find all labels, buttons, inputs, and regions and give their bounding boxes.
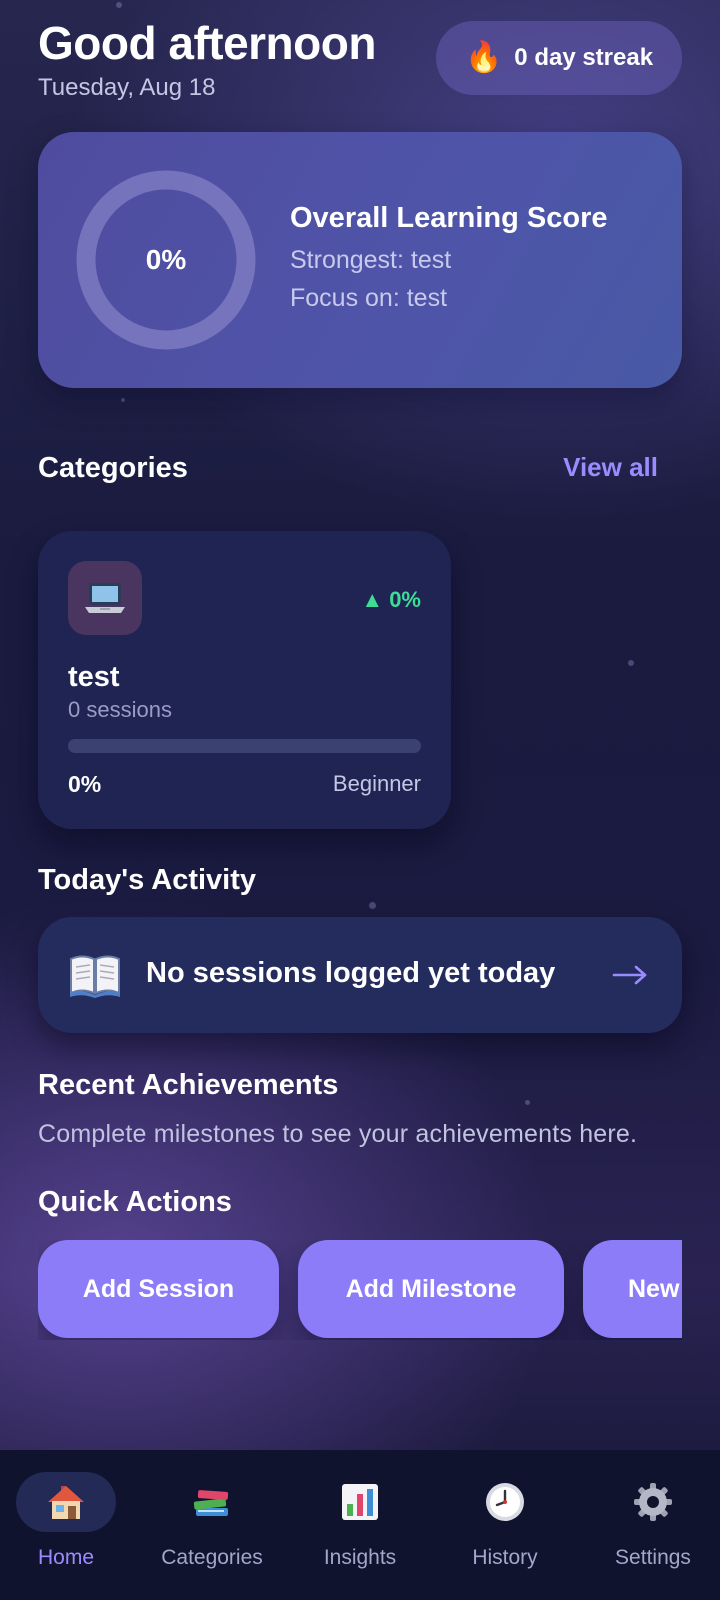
arrow-right-icon[interactable] [612, 959, 648, 991]
book-icon [70, 955, 120, 998]
new-button[interactable]: New [583, 1240, 682, 1338]
streak-label: 0 day streak [514, 44, 654, 71]
score-percent: 0% [145, 244, 187, 275]
greeting-title: Good afternoon [38, 17, 376, 69]
strongest-category: Strongest: test [290, 246, 452, 274]
category-card[interactable]: ▲ 0% test 0 sessions 0% Beginner [38, 531, 451, 829]
nav-item-history[interactable]: History [433, 1472, 577, 1582]
categories-heading: Categories [38, 452, 188, 484]
books-icon [193, 1490, 229, 1516]
activity-card[interactable]: No sessions logged yet today [38, 917, 682, 1033]
quick-actions-row[interactable]: Add Session Add Milestone New [38, 1240, 682, 1340]
category-change: ▲ 0% [361, 587, 421, 612]
bar-chart-icon [342, 1484, 378, 1520]
nav-label-settings: Settings [615, 1546, 691, 1569]
fire-icon: 🔥 [464, 41, 503, 74]
activity-heading: Today's Activity [38, 864, 257, 896]
background-dot [116, 2, 122, 8]
home-icon [48, 1486, 84, 1519]
nav-item-categories[interactable]: Categories [140, 1472, 284, 1582]
add-milestone-button[interactable]: Add Milestone [298, 1240, 564, 1338]
learning-score-card[interactable]: 0% Overall Learning Score Strongest: tes… [38, 132, 682, 388]
background-dot [525, 1100, 530, 1105]
nav-label-home: Home [37, 1546, 95, 1569]
nav-item-insights[interactable]: Insights [288, 1472, 432, 1582]
background-dot [121, 398, 125, 402]
category-sessions: 0 sessions [68, 697, 172, 722]
achievements-empty-message: Complete milestones to see your achievem… [38, 1120, 638, 1148]
score-title: Overall Learning Score [290, 202, 608, 234]
gear-icon [634, 1483, 672, 1521]
background-dot [628, 660, 634, 666]
category-percent: 0% [68, 771, 102, 797]
quick-actions-heading: Quick Actions [38, 1186, 232, 1218]
clock-icon [486, 1483, 524, 1521]
category-level: Beginner [332, 771, 421, 796]
nav-label-history: History [472, 1546, 538, 1569]
add-session-button[interactable]: Add Session [38, 1240, 279, 1338]
nav-label-categories: Categories [161, 1546, 263, 1569]
category-progress-bar [68, 739, 421, 753]
focus-category: Focus on: test [290, 284, 448, 312]
nav-item-home[interactable]: Home [0, 1472, 144, 1582]
activity-empty-message: No sessions logged yet today [146, 957, 556, 989]
achievements-heading: Recent Achievements [38, 1069, 339, 1101]
bottom-navigation: Home Categories Insights History Setting… [0, 1450, 720, 1600]
view-all-link[interactable]: View all [563, 452, 658, 483]
laptop-icon [68, 561, 142, 635]
nav-label-insights: Insights [323, 1546, 397, 1569]
nav-item-settings[interactable]: Settings [581, 1472, 720, 1582]
current-date: Tuesday, Aug 18 [38, 74, 216, 101]
streak-badge[interactable]: 🔥 0 day streak [436, 21, 682, 95]
category-name: test [68, 661, 120, 693]
background-dot [369, 902, 376, 909]
